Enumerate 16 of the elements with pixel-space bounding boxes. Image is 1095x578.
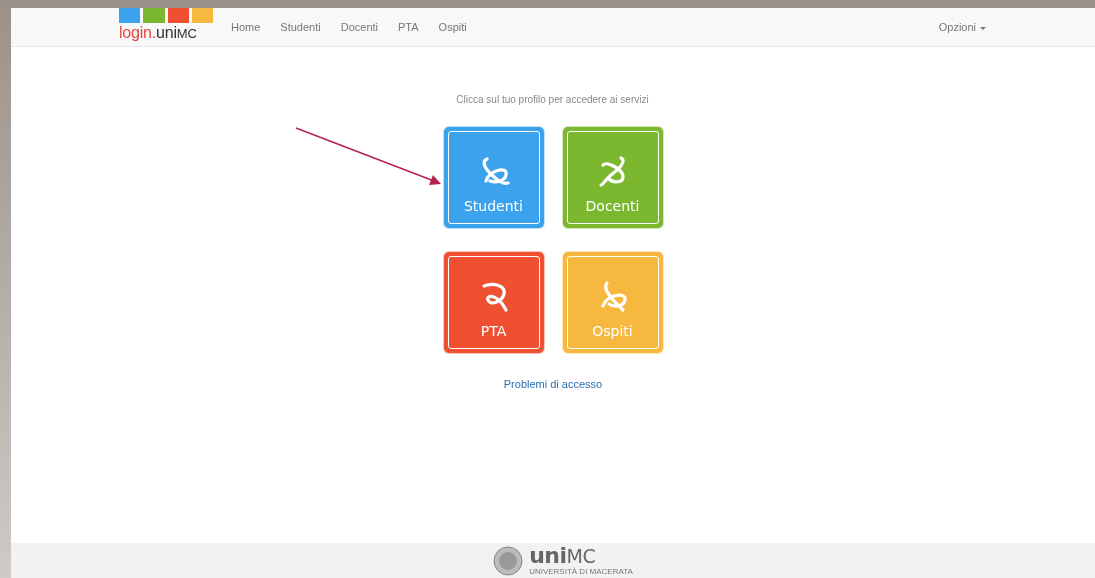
- color-squares-icon: [119, 8, 213, 23]
- university-seal-icon: [493, 545, 524, 576]
- profile-tile[interactable]: PTA: [443, 252, 544, 353]
- nav-link[interactable]: Docenti: [330, 21, 388, 33]
- help-link[interactable]: Problemi di accesso: [503, 378, 603, 390]
- nav-link[interactable]: PTA: [388, 21, 429, 33]
- nav-link[interactable]: Studenti: [270, 21, 331, 33]
- nav-link[interactable]: Ospiti: [428, 21, 477, 33]
- university-wordmark[interactable]: uniMC: [529, 545, 633, 567]
- options-menu[interactable]: Opzioni: [928, 21, 996, 33]
- profile-tile[interactable]: Studenti: [443, 127, 544, 228]
- nav-link[interactable]: Home: [221, 21, 271, 33]
- university-name: UNIVERSITÀ DI MACERATA: [529, 568, 633, 576]
- logo-text[interactable]: login.uniMC: [119, 24, 213, 42]
- profile-tile[interactable]: Docenti: [562, 127, 663, 228]
- instruction-text: Clicca sul tuo profilo per accedere ai servizi: [456, 94, 649, 105]
